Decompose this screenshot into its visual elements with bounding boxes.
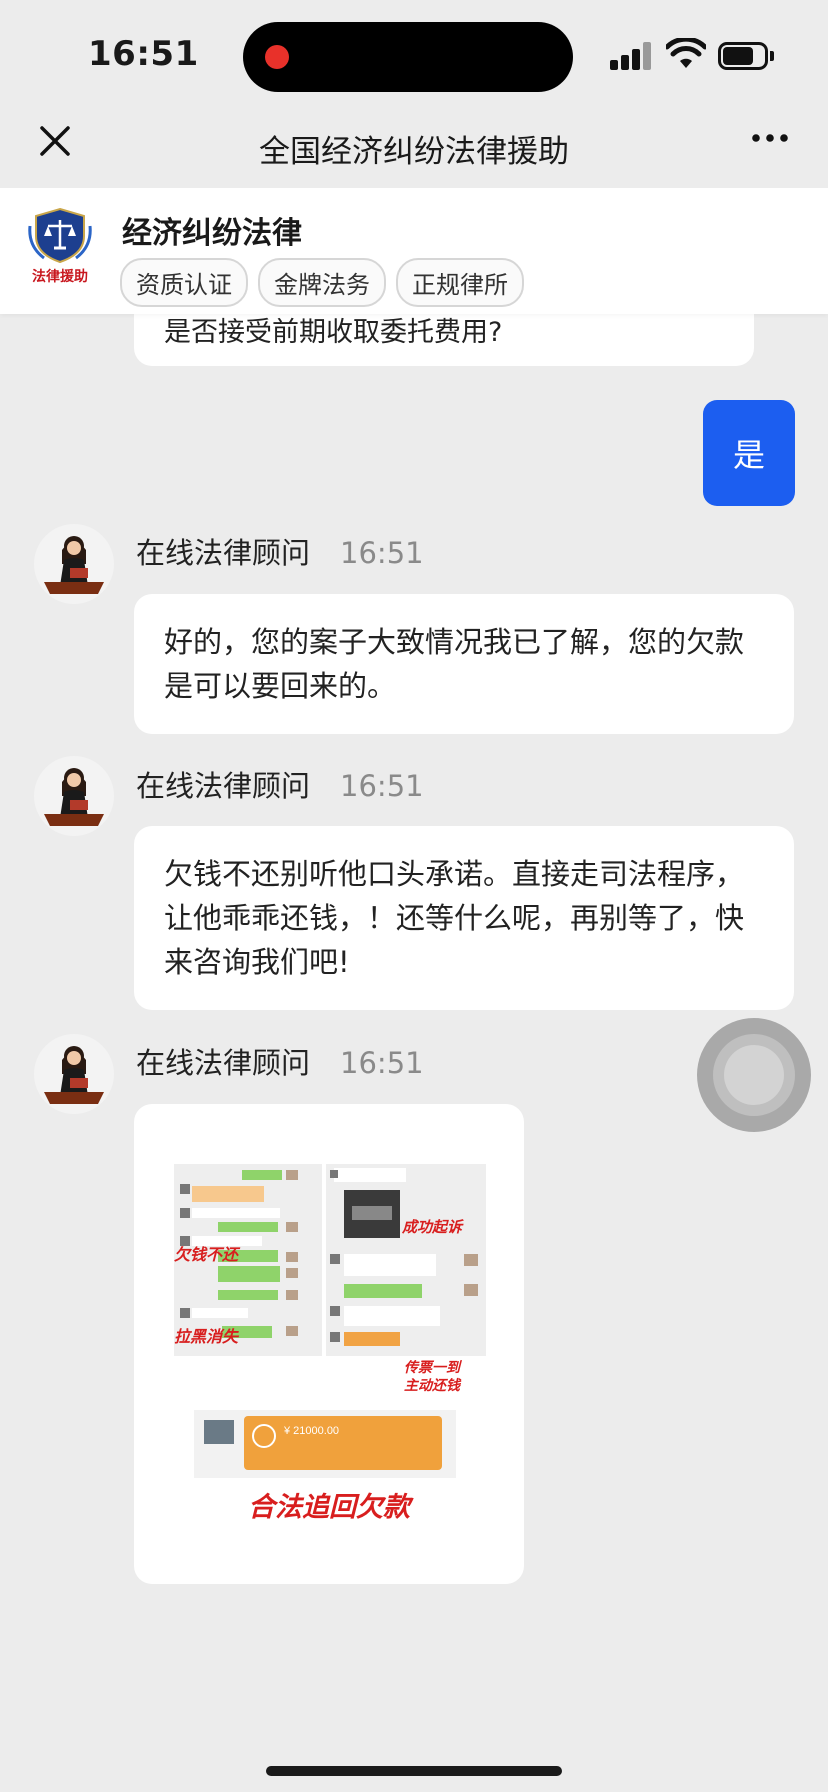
message-text: 欠钱不还别听他口头承诺。直接走司法程序，让他乖乖还钱，！还等什么呢，再别等了，快… bbox=[164, 857, 745, 979]
tag-formal-firm: 正规律所 bbox=[396, 258, 524, 307]
message-time: 16:51 bbox=[340, 1046, 424, 1080]
tag-qualified: 资质认证 bbox=[120, 258, 248, 307]
sender-name: 在线法律顾问 bbox=[136, 536, 311, 570]
nav-bar: 全国经济纠纷法律援助 bbox=[0, 110, 828, 188]
advisor-avatar[interactable] bbox=[34, 756, 114, 836]
tag-gold-legal: 金牌法务 bbox=[258, 258, 386, 307]
profile-tags: 资质认证 金牌法务 正规律所 bbox=[120, 258, 524, 307]
message-meta: 在线法律顾问 16:51 bbox=[136, 763, 424, 805]
dynamic-island bbox=[243, 22, 573, 92]
status-time: 16:51 bbox=[88, 34, 199, 74]
lawyer-avatar-icon bbox=[44, 1046, 104, 1104]
home-indicator[interactable] bbox=[266, 1766, 562, 1776]
label-repaid: 主动还钱 bbox=[404, 1377, 462, 1393]
lawyer-avatar-icon bbox=[44, 536, 104, 594]
advisor-avatar[interactable] bbox=[34, 524, 114, 604]
page-title: 全国经济纠纷法律援助 bbox=[259, 134, 569, 170]
wifi-icon bbox=[666, 38, 706, 68]
recording-indicator-icon bbox=[265, 45, 289, 69]
battery-icon bbox=[718, 42, 774, 70]
label-blocked: 拉黑消失 bbox=[174, 1328, 240, 1346]
label-debt-unpaid: 欠钱不还 bbox=[174, 1246, 241, 1264]
advisor-message-bubble: 欠钱不还别听他口头承诺。直接走司法程序，让他乖乖还钱，！还等什么呢，再别等了，快… bbox=[134, 826, 794, 1010]
advisor-message-bubble: 好的，您的案子大致情况我已了解，您的欠款是可以要回来的。 bbox=[134, 594, 794, 734]
lawyer-avatar-icon bbox=[44, 768, 104, 826]
advisor-avatar[interactable] bbox=[34, 1034, 114, 1114]
shield-icon bbox=[28, 207, 92, 264]
label-sued: 成功起诉 bbox=[401, 1219, 464, 1236]
floating-assist-button[interactable] bbox=[697, 1018, 811, 1132]
cellular-signal-icon bbox=[610, 42, 654, 70]
sender-name: 在线法律顾问 bbox=[136, 769, 311, 803]
profile-header[interactable]: 法律援助 经济纠纷法律 资质认证 金牌法务 正规律所 bbox=[0, 188, 828, 314]
user-reply-bubble: 是 bbox=[703, 400, 795, 506]
message-meta: 在线法律顾问 16:51 bbox=[136, 530, 424, 572]
image-message-bubble[interactable]: 欠钱不还 拉黑消失 成功起诉 传票一到 主动还钱 ¥ 21000.00 合法追回… bbox=[134, 1104, 524, 1584]
logo-label: 法律援助 bbox=[32, 269, 88, 285]
message-meta: 在线法律顾问 16:51 bbox=[136, 1040, 424, 1082]
message-text: 好的，您的案子大致情况我已了解，您的欠款是可以要回来的。 bbox=[164, 625, 745, 703]
status-bar: 16:51 bbox=[0, 0, 828, 110]
sender-name: 在线法律顾问 bbox=[136, 1046, 311, 1080]
label-summons: 传票一到 bbox=[404, 1359, 463, 1375]
legal-aid-logo: 法律援助 bbox=[24, 206, 96, 286]
profile-name: 经济纠纷法律 bbox=[122, 216, 302, 251]
payment-amount: ¥ 21000.00 bbox=[283, 1425, 339, 1437]
label-legal-recovery: 合法追回欠款 bbox=[248, 1492, 414, 1522]
debt-recovery-image: 欠钱不还 拉黑消失 成功起诉 传票一到 主动还钱 ¥ 21000.00 合法追回… bbox=[174, 1164, 486, 1522]
more-icon[interactable] bbox=[750, 118, 790, 167]
previous-message-text: 是否接受前期收取委托费用? bbox=[164, 317, 503, 348]
message-time: 16:51 bbox=[340, 536, 424, 570]
message-time: 16:51 bbox=[340, 769, 424, 803]
